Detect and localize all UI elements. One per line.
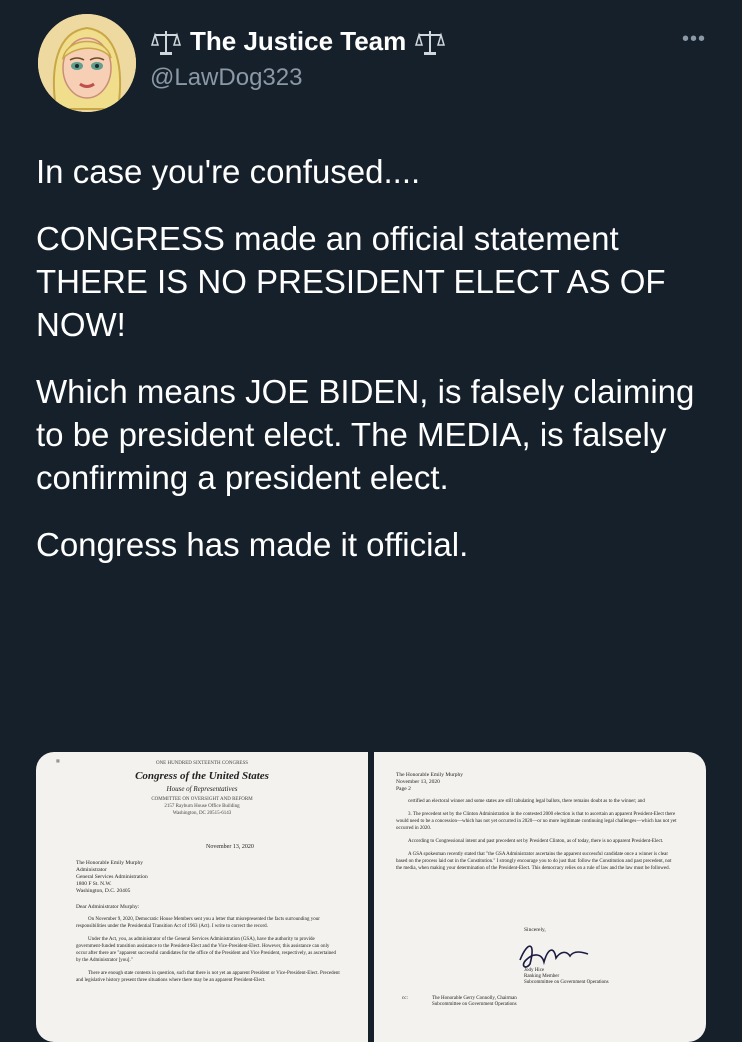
recipient-line: 1800 F St. N.W. [76,881,112,887]
recipient-line: General Services Administration [76,874,148,880]
letter-paragraph: certified an electoral winner and some s… [408,799,645,804]
page2-header: The Honorable Emily Murphy November 13, … [396,772,463,793]
letter-paragraph: Under the Act, you, as administrator of … [76,937,337,963]
letter-cc: cc: The Honorable Gerry Connolly, Chairm… [402,996,517,1008]
letter-paragraph: A GSA spokesman recently stated that "th… [396,852,672,871]
letter-subtitle: House of Representatives [166,785,238,793]
letter-committee: COMMITTEE ON OVERSIGHT AND REFORM 2157 R… [36,796,368,817]
page2-header-line: November 13, 2020 [396,779,440,785]
user-handle[interactable]: @LawDog323 [150,64,302,92]
recipient-line: The Honorable Emily Murphy [76,860,144,866]
committee-address: 2157 Rayburn House Office Building [164,804,240,809]
letter-page-2-image[interactable]: The Honorable Emily Murphy November 13, … [374,752,706,1042]
letter-paragraph: On November 9, 2020, Democratic House Me… [76,917,320,929]
avatar[interactable] [38,14,136,112]
recipient-line: Administrator [76,867,107,873]
avatar-cartoon-icon [38,14,136,112]
committee-city: Washington, DC 20515-6143 [172,811,232,816]
scale-icon [150,30,182,55]
page2-header-line: Page 2 [396,786,411,792]
letter-signer: Jody Hice Ranking Member Subcommittee on… [524,968,609,986]
letter-body: On November 9, 2020, Democratic House Me… [76,916,340,990]
letter-paragraph: 3. The precedent set by the Clinton Admi… [396,812,677,831]
tweet-paragraph: Which means JOE BIDEN, is falsely claimi… [36,373,695,496]
tweet-paragraph: CONGRESS made an official statement THER… [36,220,666,343]
page2-header-line: The Honorable Emily Murphy [396,772,464,778]
tweet-header: The Justice Team @LawDog323 ••• [0,0,742,120]
letter-title: Congress of the United States [135,770,269,782]
letter-paragraph: There are enough state contests in quest… [76,971,340,983]
cc-label: cc: [402,996,408,1001]
name-row: The Justice Team [150,26,446,57]
committee-name: COMMITTEE ON OVERSIGHT AND REFORM [151,797,253,802]
letter-closing: Sincerely, [524,927,546,933]
tweet-paragraph: Congress has made it official. [36,526,469,563]
letter-recipient: The Honorable Emily Murphy Administrator… [76,860,148,895]
letter-date: November 13, 2020 [206,844,254,850]
recipient-line: Washington, D.C. 20405 [76,888,131,894]
letter-top-line: ONE HUNDRED SIXTEENTH CONGRESS [155,761,249,766]
scale-icon [415,30,446,55]
display-name[interactable]: The Justice Team [190,26,406,57]
page2-body: certified an electoral winner and some s… [396,798,678,878]
signer-line: Subcommittee on Government Operations [524,980,609,985]
more-options-icon[interactable]: ••• [682,28,706,51]
cc-line: Subcommittee on Government Operations [432,1002,517,1007]
media-attachments: ▦ ONE HUNDRED SIXTEENTH CONGRESS Congres… [36,752,706,1042]
letter-paragraph: According to Congressional intent and pa… [408,839,664,844]
tweet-text: In case you're confused.... CONGRESS mad… [36,150,716,590]
cc-list: The Honorable Gerry Connolly, Chairman S… [432,996,517,1008]
letter-salutation: Dear Administrator Murphy: [76,904,140,910]
tweet-paragraph: In case you're confused.... [36,153,421,190]
letter-page-1-image[interactable]: ▦ ONE HUNDRED SIXTEENTH CONGRESS Congres… [36,752,368,1042]
